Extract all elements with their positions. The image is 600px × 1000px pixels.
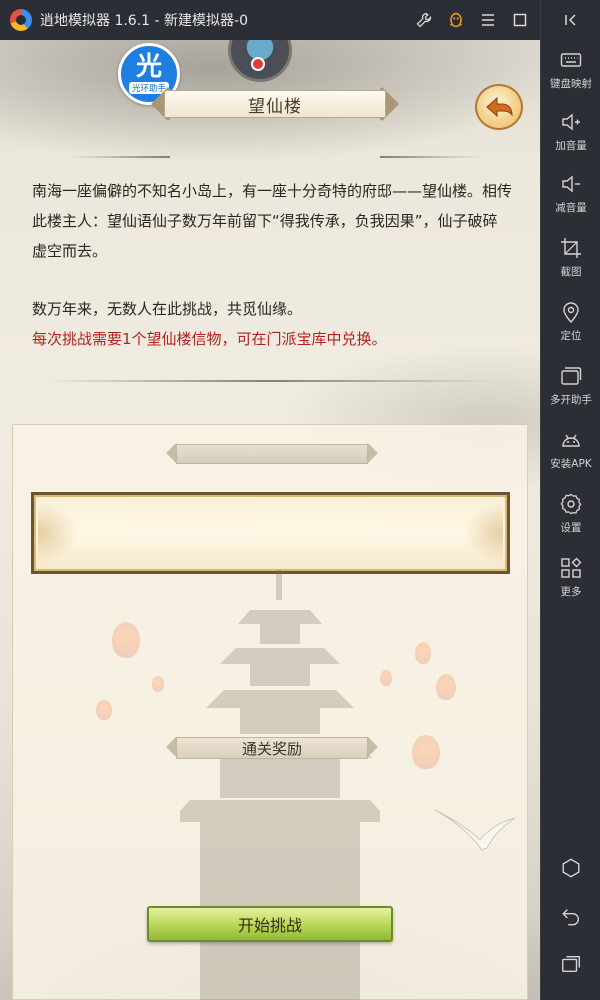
wrench-icon[interactable] bbox=[408, 0, 440, 40]
tower-description: 南海一座偏僻的不知名小岛上，有一座十分奇特的府邸——望仙楼。相传此楼主人：望仙语… bbox=[32, 176, 512, 354]
gear-icon bbox=[560, 493, 582, 515]
lantern-decoration bbox=[412, 735, 440, 769]
app-logo-icon bbox=[10, 9, 32, 31]
lantern-decoration bbox=[436, 674, 456, 700]
sidebar-item-volume-up[interactable]: 加音量 bbox=[541, 106, 600, 162]
sidebar-item-label: 截图 bbox=[560, 266, 582, 278]
sidebar-item-screenshot[interactable]: 截图 bbox=[541, 232, 600, 288]
sidebar-item-label: 更多 bbox=[560, 586, 582, 598]
title-underline bbox=[380, 156, 480, 158]
collapse-sidebar-icon[interactable] bbox=[541, 0, 600, 40]
sidebar-item-label: 安装APK bbox=[550, 458, 592, 470]
home-button[interactable] bbox=[541, 848, 600, 888]
reward-header: 通关奖励 bbox=[166, 735, 378, 761]
keyboard-icon bbox=[560, 53, 582, 67]
sidebar-item-label: 定位 bbox=[560, 330, 582, 342]
multi-window-icon bbox=[561, 367, 582, 385]
qq-penguin-icon[interactable] bbox=[440, 0, 472, 40]
sidebar-item-label: 加音量 bbox=[555, 140, 587, 152]
sidebar-item-label: 设置 bbox=[560, 522, 582, 534]
crane-illustration bbox=[434, 809, 516, 851]
start-challenge-button[interactable]: 开始挑战 bbox=[147, 906, 393, 942]
back-button[interactable] bbox=[475, 84, 523, 130]
sidebar-item-settings[interactable]: 设置 bbox=[541, 488, 600, 544]
crop-icon bbox=[561, 238, 581, 258]
sidebar-item-label: 键盘映射 bbox=[550, 78, 592, 90]
back-nav-button[interactable] bbox=[541, 896, 600, 936]
sidebar-item-install-apk[interactable]: 安装APK bbox=[541, 424, 600, 480]
reward-title: 通关奖励 bbox=[241, 739, 302, 758]
recent-apps-button[interactable] bbox=[541, 944, 600, 984]
helper-badge-glyph: 光 bbox=[135, 52, 162, 82]
title-underline bbox=[70, 156, 170, 158]
window-titlebar: 逍地模拟器 1.6.1 - 新建模拟器-0 bbox=[0, 0, 600, 40]
back-arrow-icon bbox=[562, 909, 579, 926]
sidebar-item-multi-instance[interactable]: 多开助手 bbox=[541, 360, 600, 416]
window-title: 逍地模拟器 1.6.1 - 新建模拟器-0 bbox=[40, 13, 248, 29]
title-banner: 望仙楼 bbox=[150, 86, 400, 122]
box-ornament bbox=[38, 503, 78, 563]
game-screen: 光 光环助手 望仙楼 南海一座偏僻的不知名小岛上，有一座十分奇特的府邸——望仙楼… bbox=[0, 40, 540, 1000]
location-pin-icon bbox=[563, 302, 579, 324]
lantern-decoration bbox=[380, 670, 392, 686]
sidebar-item-keymap[interactable]: 键盘映射 bbox=[541, 44, 600, 100]
lantern-decoration bbox=[112, 622, 140, 658]
home-hexagon-icon bbox=[562, 858, 580, 878]
android-icon bbox=[562, 434, 580, 447]
volume-up-icon bbox=[562, 113, 580, 131]
challenge-requirement: 每次挑战需要1个望仙楼信物，可在门派宝库中兑换。 bbox=[32, 330, 387, 348]
lantern-decoration bbox=[415, 642, 431, 664]
sidebar-item-location[interactable]: 定位 bbox=[541, 296, 600, 352]
stage-info-box bbox=[31, 492, 510, 574]
description-paragraph: 数万年来，无数人在此挑战，共觅仙缘。 bbox=[32, 300, 303, 318]
box-ornament bbox=[463, 503, 503, 563]
sidebar-item-volume-down[interactable]: 减音量 bbox=[541, 168, 600, 224]
maximize-icon[interactable] bbox=[504, 0, 536, 40]
lantern-decoration bbox=[152, 676, 164, 692]
volume-down-icon bbox=[562, 175, 580, 193]
notification-dot bbox=[251, 57, 265, 71]
sidebar-item-more[interactable]: 更多 bbox=[541, 552, 600, 608]
recent-apps-icon bbox=[562, 955, 580, 973]
section-divider bbox=[46, 380, 494, 382]
page-title: 望仙楼 bbox=[248, 96, 302, 117]
stage-header bbox=[166, 442, 378, 466]
sidebar-item-label: 减音量 bbox=[555, 202, 587, 214]
menu-icon[interactable] bbox=[472, 0, 504, 40]
grid-plus-icon bbox=[561, 557, 582, 578]
lantern-decoration bbox=[96, 700, 112, 720]
emulator-sidebar: 键盘映射 加音量 减音量 截图 定位 多开助手 安装APK 设置 更多 bbox=[540, 0, 600, 1000]
header-ribbon bbox=[176, 444, 368, 464]
sidebar-item-label: 多开助手 bbox=[550, 394, 592, 406]
back-arrow-icon bbox=[486, 96, 513, 118]
description-paragraph: 南海一座偏僻的不知名小岛上，有一座十分奇特的府邸——望仙楼。相传此楼主人：望仙语… bbox=[32, 182, 513, 260]
